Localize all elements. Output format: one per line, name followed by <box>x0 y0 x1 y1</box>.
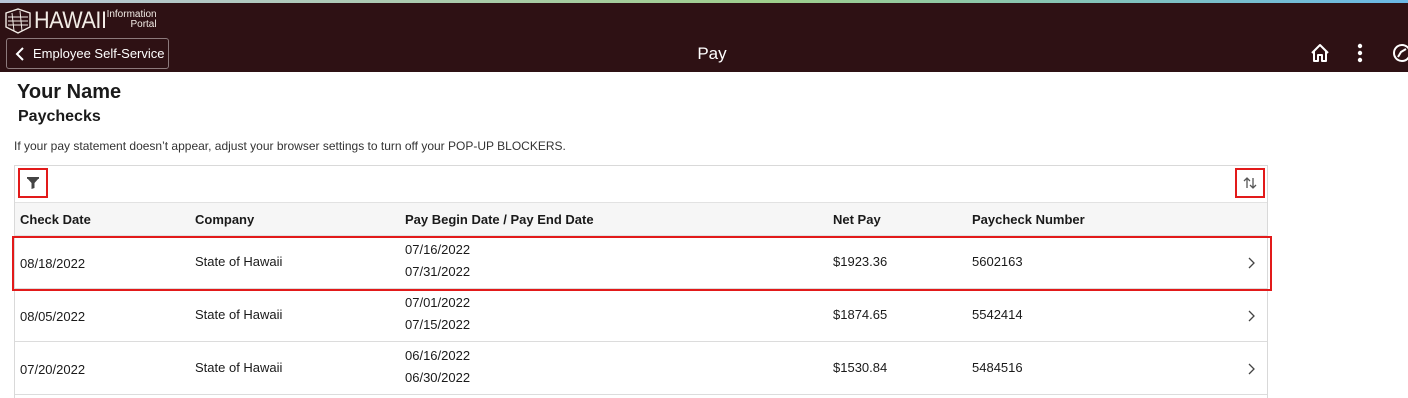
column-check-date[interactable]: Check Date <box>20 212 91 227</box>
logo-mark-icon <box>5 8 31 34</box>
chevron-right-icon[interactable] <box>1246 256 1256 273</box>
paychecks-grid: Check Date Company Pay Begin Date / Pay … <box>14 165 1268 398</box>
logo-subtitle: Information Portal <box>107 10 157 30</box>
paycheck-number: 5484516 <box>972 360 1023 375</box>
sort-icon <box>1243 177 1257 189</box>
table-header: Check Date Company Pay Begin Date / Pay … <box>15 202 1267 236</box>
more-vertical-icon[interactable] <box>1350 42 1370 69</box>
check-date: 07/20/2022 <box>20 362 86 377</box>
pay-end-date: 06/30/2022 <box>405 370 471 385</box>
page-title: Pay <box>697 44 727 63</box>
column-pay-dates[interactable]: Pay Begin Date / Pay End Date <box>405 212 594 227</box>
table-row[interactable]: 07/20/2022 State of Hawaii 06/16/2022 06… <box>15 342 1267 395</box>
sort-button[interactable] <box>1235 168 1265 198</box>
user-name: Your Name <box>17 81 122 103</box>
net-pay: $1874.65 <box>833 307 888 322</box>
pay-begin-date: 07/01/2022 <box>405 295 471 310</box>
popup-notice: If your pay statement doesn’t appear, ad… <box>14 139 566 153</box>
company: State of Hawaii <box>195 254 283 269</box>
pay-end-date: 07/15/2022 <box>405 317 471 332</box>
check-date: 08/18/2022 <box>20 256 86 271</box>
grid-toolbar <box>15 166 1267 202</box>
column-paycheck-number[interactable]: Paycheck Number <box>972 212 1085 227</box>
header-accent-line <box>0 0 1408 3</box>
chevron-right-icon[interactable] <box>1246 362 1256 379</box>
check-date: 08/05/2022 <box>20 309 86 324</box>
logo-sub-line-2: Portal <box>130 19 157 30</box>
paycheck-number: 5542414 <box>972 307 1023 322</box>
company: State of Hawaii <box>195 307 283 322</box>
column-net-pay[interactable]: Net Pay <box>833 212 881 227</box>
table-row[interactable]: 08/18/2022 State of Hawaii 07/16/2022 07… <box>15 236 1267 289</box>
company: State of Hawaii <box>195 360 283 375</box>
table-row[interactable]: 08/05/2022 State of Hawaii 07/01/2022 07… <box>15 289 1267 342</box>
filter-icon <box>27 177 39 189</box>
pay-begin-date: 06/16/2022 <box>405 348 471 363</box>
net-pay: $1530.84 <box>833 360 888 375</box>
column-company[interactable]: Company <box>195 212 254 227</box>
net-pay: $1923.36 <box>833 254 888 269</box>
section-title: Paychecks <box>18 108 101 125</box>
paycheck-number: 5602163 <box>972 254 1023 269</box>
pay-begin-date: 07/16/2022 <box>405 242 471 257</box>
home-icon[interactable] <box>1309 42 1331 69</box>
navbar-compass-icon[interactable] <box>1391 42 1408 69</box>
filter-button[interactable] <box>18 168 48 198</box>
pay-end-date: 07/31/2022 <box>405 264 471 279</box>
header-bar: HAWAII Information Portal Employee Self-… <box>0 0 1408 72</box>
chevron-right-icon[interactable] <box>1246 309 1256 326</box>
portal-logo[interactable]: HAWAII Information Portal <box>4 6 157 36</box>
logo-word: HAWAII <box>34 7 107 34</box>
